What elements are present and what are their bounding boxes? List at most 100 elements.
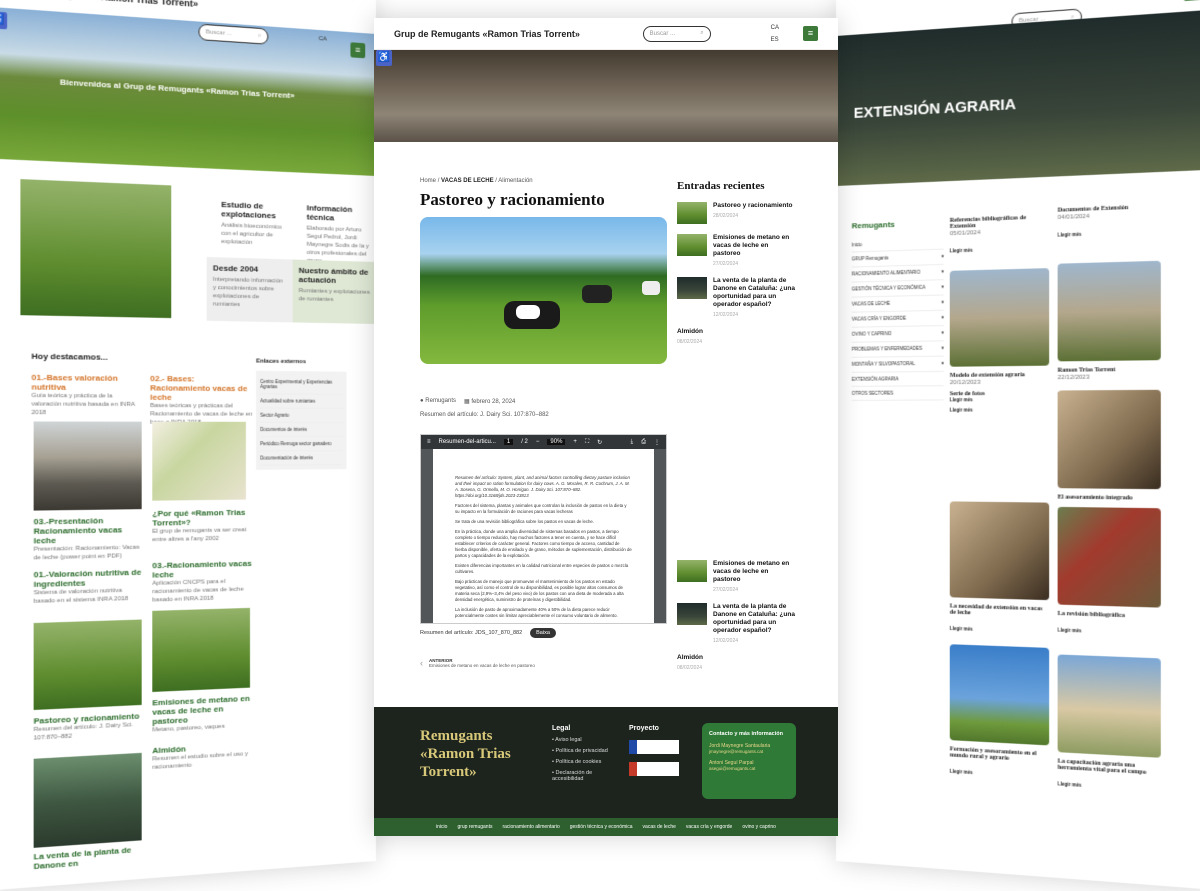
read-more-link[interactable]: Llegir més <box>1058 781 1161 792</box>
recent-post-item[interactable]: La venta de la planta de Danone en Catal… <box>677 603 797 644</box>
search-input[interactable]: Buscar ... ⌕ <box>642 25 711 42</box>
menu-button[interactable]: ≡ <box>1184 0 1200 1</box>
post-thumbnail[interactable] <box>1057 260 1161 362</box>
sidebar-nav-item[interactable]: OTROS SECTORES <box>851 386 944 401</box>
sidebar-nav-item[interactable]: OVINO Y CAPRINO ▾ <box>851 326 944 343</box>
bottom-nav-item[interactable]: racionamiento alimentario <box>502 824 559 830</box>
breadcrumb-sub[interactable]: Alimentación <box>498 178 532 184</box>
chevron-down-icon: ▾ <box>941 360 944 366</box>
post-thumbnail[interactable] <box>1057 389 1161 490</box>
pdf-viewer[interactable]: ≡ Resumen-del-articu... 1 / 2 − 90% + ⛶ … <box>420 434 667 624</box>
recent-post-title[interactable]: Almidón <box>677 328 703 336</box>
post-thumbnail[interactable] <box>1057 654 1161 758</box>
ext-link[interactable]: Documentación de interés <box>260 451 343 466</box>
ext-link[interactable]: Actualidad sobre rumiantes <box>260 394 343 409</box>
recent-post-title[interactable]: Emisiones de metano en vacas de leche en… <box>713 234 797 258</box>
bottom-nav-item[interactable]: vacas cría y engorde <box>686 824 732 830</box>
bottom-nav-item[interactable]: grup remugants <box>457 824 492 830</box>
post-thumbnail[interactable] <box>949 644 1050 746</box>
sidebar-nav-item[interactable]: VACAS CRÍA Y ENGORDE ▾ <box>851 310 944 328</box>
post-thumbnail[interactable] <box>1057 506 1161 608</box>
accessibility-icon[interactable]: ♿ <box>0 11 8 30</box>
pdf-page-input[interactable]: 1 <box>503 439 514 445</box>
footer-link[interactable]: • Declaración de accesibilidad <box>552 770 622 782</box>
breadcrumb-home[interactable]: Home <box>420 178 436 184</box>
post-title[interactable]: Formación y asesoramiento en el mundo ru… <box>950 746 1049 764</box>
pdf-fit-icon[interactable]: ⛶ <box>585 439 589 446</box>
recent-post-thumbnail[interactable] <box>677 603 707 625</box>
recent-post-thumbnail[interactable] <box>677 277 707 299</box>
post-title[interactable]: Serie de fotos <box>950 391 1049 397</box>
lang-ca[interactable]: CA <box>771 22 779 34</box>
recent-post-title[interactable]: Emisiones de metano en vacas de leche en… <box>713 560 797 584</box>
pdf-zoom-in-icon[interactable]: + <box>573 439 577 445</box>
accessibility-icon[interactable]: ♿ <box>376 50 392 66</box>
recent-post-item[interactable]: Pastoreo y racionamiento 28/02/2024 <box>677 202 797 224</box>
post-title[interactable]: La capacitación agraria una herramienta … <box>1058 758 1161 776</box>
recent-post-item[interactable]: Emisiones de metano en vacas de leche en… <box>677 560 797 593</box>
site-title[interactable]: Grup de Remugants «Ramon Trias Torrent» <box>0 0 198 9</box>
read-more-link[interactable]: Llegir més <box>1058 627 1161 636</box>
bottom-nav-item[interactable]: ovino y caprino <box>742 824 776 830</box>
ext-link[interactable]: Centro Experimental y Experiencias Agrar… <box>260 374 343 395</box>
post-thumbnail[interactable] <box>949 501 1050 601</box>
recent-post-title[interactable]: Pastoreo y racionamiento <box>713 202 792 210</box>
pdf-more-icon[interactable]: ⋮ <box>654 439 660 446</box>
recent-post-item[interactable]: La venta de la planta de Danone en Catal… <box>677 277 797 318</box>
ext-link[interactable]: Documentos de interés <box>260 422 343 438</box>
recent-post-title[interactable]: Almidón <box>677 654 703 662</box>
pdf-rotate-icon[interactable]: ↻ <box>597 439 602 446</box>
recent-post-item[interactable]: Emisiones de metano en vacas de leche en… <box>677 234 797 267</box>
bottom-nav-item[interactable]: vacas de leche <box>643 824 676 830</box>
pdf-zoom-level[interactable]: 90% <box>547 439 566 445</box>
lang-switch[interactable]: CA <box>319 36 327 43</box>
sidebar-nav-item[interactable]: PROBLEMAS Y ENFERMEDADES ▾ <box>851 341 944 358</box>
pdf-zoom-out-icon[interactable]: − <box>536 439 540 445</box>
recent-post-thumbnail[interactable] <box>677 560 707 582</box>
sidebar-nav-item[interactable]: MONTAÑA Y SILVOPASTORAL ▾ <box>851 356 944 373</box>
read-more-link[interactable]: Llegir més <box>950 769 1049 780</box>
card-title[interactable]: La venta de la planta de Danone en <box>34 844 153 871</box>
recent-post-date: 28/02/2024 <box>713 213 739 219</box>
recent-post-thumbnail[interactable] <box>677 234 707 256</box>
read-more-link[interactable]: Llegir més <box>1058 229 1161 238</box>
post-title[interactable]: El asesoramiento integrado <box>1058 494 1161 501</box>
read-more-link[interactable]: Llegir més <box>950 407 1049 412</box>
pdf-menu-icon[interactable]: ≡ <box>427 439 431 445</box>
search-input[interactable]: Buscar ... ⌕ <box>198 23 269 45</box>
prev-post-link[interactable]: ‹ ANTERIOR Emisiones de metano en vacas … <box>420 658 535 668</box>
card-title[interactable]: 03.-Presentación Racionamiento vacas lec… <box>34 515 142 546</box>
post-thumbnail[interactable] <box>949 268 1050 367</box>
menu-button[interactable]: ≡ <box>350 42 366 59</box>
contact-email[interactable]: asegui@remugants.cat <box>709 766 789 771</box>
read-more-link[interactable]: Llegir més <box>950 245 1049 254</box>
pdf-download-icon[interactable]: ⤓ <box>631 439 634 446</box>
menu-button[interactable]: ≡ <box>803 26 818 41</box>
download-button[interactable]: Baixa <box>530 628 556 638</box>
recent-post-title[interactable]: La venta de la planta de Danone en Catal… <box>713 603 797 635</box>
footer-link[interactable]: • Aviso legal <box>552 737 622 743</box>
card-title[interactable]: 02.- Bases: Racionamiento vacas de leche <box>150 374 254 403</box>
pdf-print-icon[interactable]: ⎙ <box>641 439 646 446</box>
lang-es[interactable]: ES <box>771 34 779 46</box>
footer-link[interactable]: • Política de privacidad <box>552 748 622 754</box>
recent-post-item[interactable]: Almidón 08/02/2024 <box>677 328 797 345</box>
sidebar-nav-item[interactable]: EXTENSIÓN AGRARIA <box>851 371 944 387</box>
ext-link[interactable]: Sector Agrario <box>260 408 343 423</box>
site-title[interactable]: Grup de Remugants «Ramon Trias Torrent» <box>394 29 580 39</box>
read-more-link[interactable]: Llegir més <box>950 626 1049 635</box>
bottom-nav-item[interactable]: inicio <box>436 824 447 830</box>
card-title[interactable]: ¿Por qué «Ramon Trias Torrent»? <box>152 508 256 528</box>
author-meta[interactable]: ● Remugants <box>420 398 456 405</box>
breadcrumb-category[interactable]: VACAS DE LECHE <box>441 178 494 184</box>
recent-post-title[interactable]: La venta de la planta de Danone en Catal… <box>713 277 797 309</box>
ext-link[interactable]: Periódico Remuga sector ganadero <box>260 437 343 452</box>
post-title[interactable]: La necesidad de extensión en vacas de le… <box>950 603 1049 618</box>
card-title[interactable]: 01.-Bases valoración nutritiva <box>31 373 139 393</box>
post-title[interactable]: La revisión bibliográfica <box>1058 611 1161 621</box>
recent-post-item[interactable]: Almidón 08/02/2024 <box>677 654 797 671</box>
bottom-nav-item[interactable]: gestión técnica y económica <box>570 824 633 830</box>
recent-post-thumbnail[interactable] <box>677 202 707 224</box>
footer-link[interactable]: • Política de cookies <box>552 759 622 765</box>
contact-email[interactable]: jmaynegre@remugants.cat <box>709 749 789 754</box>
